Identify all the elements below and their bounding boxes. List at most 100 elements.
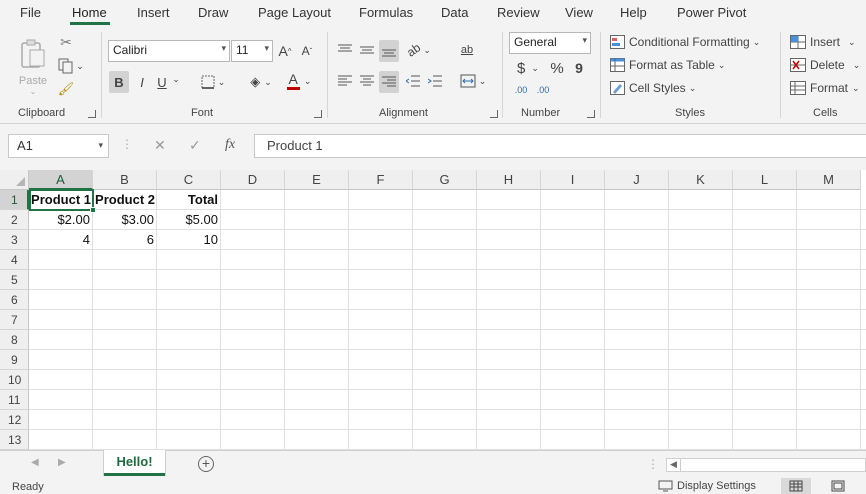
tab-formulas[interactable]: Formulas (359, 5, 413, 20)
tab-power-pivot[interactable]: Power Pivot (677, 5, 746, 20)
cut-button[interactable]: ✂ (58, 34, 74, 50)
tab-home[interactable]: Home (72, 5, 107, 20)
font-color-button[interactable]: A ⌄ (283, 69, 315, 93)
add-sheet-button[interactable]: + (198, 456, 214, 472)
cell-b1[interactable]: Product 2 (93, 190, 157, 210)
cell-b2[interactable]: $3.00 (93, 210, 157, 230)
formula-input[interactable]: Product 1 (254, 134, 866, 158)
column-header-f[interactable]: F (349, 170, 413, 190)
column-header-m[interactable]: M (797, 170, 861, 190)
row-header-11[interactable]: 11 (0, 390, 29, 410)
number-format-combo[interactable]: General ▾ (509, 32, 591, 54)
font-name-combo[interactable]: Calibri ▾ (108, 40, 230, 62)
font-size-combo[interactable]: 11 ▾ (231, 40, 273, 62)
number-dialog-launcher[interactable] (587, 110, 595, 118)
wrap-text-button[interactable]: ab (457, 40, 477, 60)
column-header-i[interactable]: I (541, 170, 605, 190)
align-right-button[interactable] (379, 71, 399, 93)
cell-a2[interactable]: $2.00 (29, 210, 93, 230)
horizontal-scrollbar[interactable]: ◀ (666, 458, 866, 472)
underline-button[interactable]: U (153, 71, 171, 93)
borders-button[interactable]: ⌄ (196, 71, 230, 93)
sheet-tab-hello[interactable]: Hello! (104, 450, 165, 476)
splitter-handle-icon[interactable]: ⋮ (647, 457, 659, 471)
cell-c2[interactable]: $5.00 (157, 210, 221, 230)
tab-draw[interactable]: Draw (198, 5, 228, 20)
increase-font-size-button[interactable]: A ^ (276, 41, 294, 61)
column-header-l[interactable]: L (733, 170, 797, 190)
column-header-j[interactable]: J (605, 170, 669, 190)
row-header-2[interactable]: 2 (0, 210, 29, 230)
font-dialog-launcher[interactable] (314, 110, 322, 118)
insert-cells-button[interactable]: Insert ⌄ (790, 33, 856, 51)
decrease-indent-button[interactable] (404, 71, 422, 91)
cell-b3[interactable]: 6 (93, 230, 157, 250)
tab-insert[interactable]: Insert (137, 5, 170, 20)
orientation-button[interactable]: ab ⌄ (404, 40, 434, 60)
decrease-decimal-button[interactable]: .00 (533, 80, 553, 100)
delete-cells-button[interactable]: Delete ⌄ (790, 56, 860, 74)
column-header-k[interactable]: K (669, 170, 733, 190)
top-align-button[interactable] (336, 40, 354, 60)
chevron-down-icon[interactable]: ⌄ (171, 74, 181, 85)
column-header-h[interactable]: H (477, 170, 541, 190)
row-header-3[interactable]: 3 (0, 230, 29, 250)
fill-color-button[interactable]: ◈ ⌄ (244, 71, 278, 93)
worksheet-grid[interactable]: A B C D E F G H I J K L M 1 2 3 4 5 6 7 8 9 10 11 12 13 Product 1P… (0, 170, 866, 450)
row-header-13[interactable]: 13 (0, 430, 29, 450)
cell-a3[interactable]: 4 (29, 230, 93, 250)
cell-c1[interactable]: Total (157, 190, 221, 210)
row-header-6[interactable]: 6 (0, 290, 29, 310)
row-header-8[interactable]: 8 (0, 330, 29, 350)
bottom-align-button[interactable] (379, 40, 399, 62)
alignment-dialog-launcher[interactable] (490, 110, 498, 118)
conditional-formatting-button[interactable]: Conditional Formatting ⌄ (610, 33, 760, 51)
comma-style-button[interactable]: 9 (571, 58, 587, 78)
increase-decimal-button[interactable]: .00 (511, 80, 531, 100)
row-header-7[interactable]: 7 (0, 310, 29, 330)
tab-review[interactable]: Review (497, 5, 540, 20)
column-header-g[interactable]: G (413, 170, 477, 190)
merge-center-button[interactable]: ⌄ (456, 71, 490, 91)
row-header-4[interactable]: 4 (0, 250, 29, 270)
insert-function-icon[interactable]: fx (225, 137, 235, 153)
italic-button[interactable]: I (133, 71, 151, 93)
column-header-d[interactable]: D (221, 170, 285, 190)
fill-handle[interactable] (90, 207, 96, 213)
column-header-b[interactable]: B (93, 170, 157, 190)
enter-icon[interactable]: ✓ (189, 137, 201, 154)
tab-help[interactable]: Help (620, 5, 647, 20)
percent-style-button[interactable]: % (547, 58, 567, 78)
row-header-9[interactable]: 9 (0, 350, 29, 370)
format-as-table-button[interactable]: Format as Table ⌄ (610, 56, 725, 74)
column-header-e[interactable]: E (285, 170, 349, 190)
format-painter-button[interactable]: 🖌 (58, 81, 75, 97)
name-box[interactable]: A1 ▾ (8, 134, 109, 158)
align-left-button[interactable] (336, 71, 354, 91)
tab-page-layout[interactable]: Page Layout (258, 5, 331, 20)
column-header-c[interactable]: C (157, 170, 221, 190)
copy-button[interactable]: ⌄ (56, 58, 86, 74)
row-header-5[interactable]: 5 (0, 270, 29, 290)
row-header-10[interactable]: 10 (0, 370, 29, 390)
cell-c3[interactable]: 10 (157, 230, 221, 250)
cell-styles-button[interactable]: Cell Styles ⌄ (610, 79, 696, 97)
middle-align-button[interactable] (358, 40, 376, 60)
tab-view[interactable]: View (565, 5, 593, 20)
format-cells-button[interactable]: Format ⌄ (790, 79, 860, 97)
tab-data[interactable]: Data (441, 5, 468, 20)
prev-sheet-icon[interactable]: ◀ (31, 457, 39, 468)
next-sheet-icon[interactable]: ▶ (58, 457, 66, 468)
cancel-icon[interactable]: ✕ (154, 137, 166, 154)
display-settings-button[interactable]: Display Settings (658, 480, 756, 492)
bold-button[interactable]: B (109, 71, 129, 93)
row-header-1[interactable]: 1 (0, 190, 29, 210)
select-all-button[interactable] (0, 170, 29, 190)
cell-a1[interactable]: Product 1 (29, 190, 93, 210)
paste-button[interactable]: Paste ⌄ (16, 34, 50, 100)
tab-file[interactable]: File (20, 5, 41, 20)
normal-view-button[interactable] (781, 478, 811, 494)
column-header-a[interactable]: A (29, 170, 93, 190)
clipboard-dialog-launcher[interactable] (88, 110, 96, 118)
scroll-left-icon[interactable]: ◀ (670, 459, 677, 470)
